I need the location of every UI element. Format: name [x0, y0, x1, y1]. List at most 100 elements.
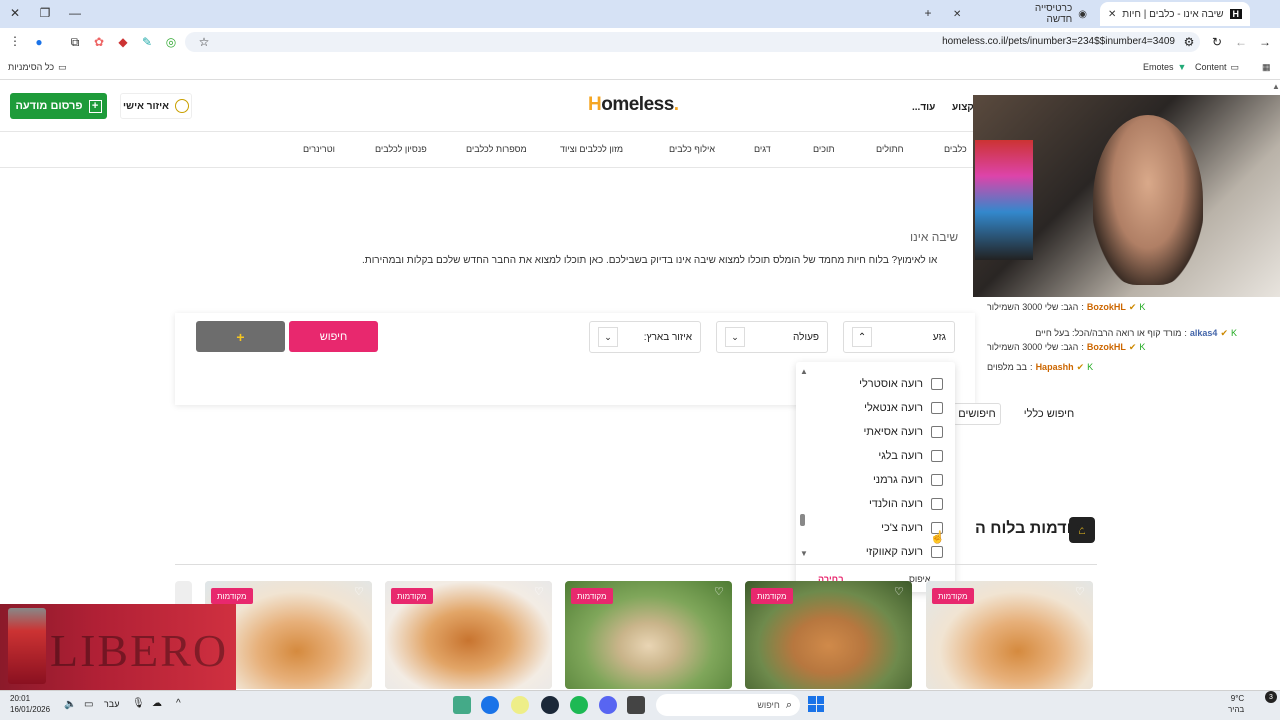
extensions-icon[interactable]: ⧉ [67, 34, 83, 50]
windows-start-icon[interactable] [808, 696, 824, 712]
cat-dog-food[interactable]: מזון לכלבים וציוד [560, 144, 623, 154]
listing-card[interactable]: מקודמות ♡ [745, 581, 912, 689]
chat-text: הגב: שלי 3000 השמילור [987, 342, 1079, 352]
steam-icon[interactable] [541, 696, 559, 714]
checkbox[interactable] [931, 546, 943, 558]
bookmark-emotes[interactable]: Emotes ▼ [1143, 56, 1186, 78]
language-indicator[interactable]: עבר [104, 699, 119, 709]
cloud-off-icon[interactable]: ☁ [152, 698, 162, 709]
cat-parrots[interactable]: תוכים [813, 144, 835, 154]
notification-badge[interactable]: 3 [1265, 691, 1277, 703]
minimize-window-icon[interactable]: — [64, 4, 86, 22]
listing-card[interactable]: מקודמות ♡ [565, 581, 732, 689]
breed-option[interactable]: רועה גרמני [800, 470, 943, 490]
cat-fish[interactable]: דגים [754, 144, 771, 154]
publish-ad-button[interactable]: + פרסום מודעה [10, 93, 107, 119]
featured-badge: מקודמות [391, 588, 433, 604]
breadcrumb[interactable]: שיבה אינו [910, 230, 958, 244]
reload-icon[interactable]: ↻ [1209, 34, 1225, 50]
chrome-taskbar-icon[interactable] [481, 696, 499, 714]
featured-badge: מקודמות [211, 588, 253, 604]
close-tab-icon[interactable]: ✕ [953, 9, 961, 20]
weather-widget[interactable]: 9°C בהיר [1228, 693, 1244, 715]
tab-searches[interactable]: חיפושים [953, 403, 1001, 425]
more-menu[interactable]: עוד... [912, 102, 935, 113]
checkbox[interactable] [931, 378, 943, 390]
checkbox[interactable] [931, 450, 943, 462]
section-divider [175, 564, 1097, 565]
new-tab-icon[interactable]: + [917, 4, 939, 22]
extension-icon[interactable]: ◆ [115, 34, 131, 50]
listing-card[interactable]: מקודמות ♡ [926, 581, 1093, 689]
all-bookmarks[interactable]: כל הסימניות ▭ [8, 56, 67, 78]
network-icon[interactable]: ▭ [84, 699, 93, 710]
cat-dog-grooming[interactable]: מספרות לכלבים [466, 144, 527, 154]
chat-user: Hapashh [1035, 362, 1074, 372]
listing-card[interactable]: מקודמות ♡ [385, 581, 552, 689]
chrome-profile-icon[interactable] [511, 696, 529, 714]
breed-option[interactable]: רועה צ'כי [800, 518, 943, 538]
cat-vets[interactable]: וטרינרים [303, 144, 335, 154]
webcam-overlay [973, 95, 1280, 297]
cat-dog-training[interactable]: אילוף כלבים [669, 144, 715, 154]
featured-title: מקודמות בלוח ה [975, 520, 1094, 537]
close-window-icon[interactable]: ✕ [4, 4, 26, 22]
extension-icon[interactable]: ✎ [139, 34, 155, 50]
app-icon[interactable] [627, 696, 645, 714]
personal-area-button[interactable]: איזור אישי [120, 93, 192, 119]
cat-dog-boarding[interactable]: פנסיון לכלבים [375, 144, 427, 154]
add-filter-button[interactable]: + [196, 321, 285, 352]
breed-option[interactable]: רועה אוסטרלי [800, 374, 943, 394]
profile-icon[interactable]: ● [31, 34, 47, 50]
bookmarks-grid-icon[interactable]: ▦ [1262, 56, 1271, 78]
heart-icon[interactable]: ♡ [894, 585, 908, 599]
checkbox[interactable] [931, 498, 943, 510]
tab-new[interactable]: ◉ כרטיסייה חדשה ✕ [945, 2, 1095, 26]
microphone-icon[interactable]: 🎙 [132, 698, 145, 709]
volume-icon[interactable]: 🔈 [64, 699, 76, 710]
url-text[interactable]: homeless.co.il/pets/inumber3=234$$inumbe… [900, 36, 1175, 47]
cursor-icon: ☝ [930, 530, 945, 544]
breed-option[interactable]: רועה בלגי [800, 446, 943, 466]
menu-dots-icon[interactable]: ⋮ [4, 32, 26, 50]
cat-dogs[interactable]: כלבים [944, 144, 967, 154]
tray-expand-icon[interactable]: ^ [176, 698, 181, 709]
breed-option[interactable]: רועה הולנדי [800, 494, 943, 514]
homeless-logo[interactable]: Homeless. [588, 94, 679, 116]
spotify-icon[interactable] [570, 696, 588, 714]
extension-icon[interactable]: ◎ [163, 34, 179, 50]
extension-icon[interactable]: ✿ [91, 34, 107, 50]
checkbox[interactable] [931, 474, 943, 486]
breed-option[interactable]: רועה אסיאתי [800, 422, 943, 442]
tab-shiba[interactable]: H שיבה אינו - כלבים | חיות מחמד ✕ [1100, 2, 1250, 26]
search-button[interactable]: חיפוש [289, 321, 378, 352]
breed-option-label: רועה צ'כי [881, 522, 923, 534]
restore-window-icon[interactable]: ❐ [34, 4, 56, 22]
breed-select[interactable]: גזע ⌃ [843, 321, 955, 353]
heart-icon[interactable]: ♡ [1075, 585, 1089, 599]
notepad-icon[interactable] [453, 696, 471, 714]
page-scroll-up-icon[interactable]: ▲ [1272, 82, 1280, 91]
breed-option-label: רועה הולנדי [868, 498, 923, 510]
cat-cats[interactable]: חתולים [876, 144, 904, 154]
back-icon[interactable]: → [1257, 34, 1273, 50]
breed-option[interactable]: רועה אנטאלי [800, 398, 943, 418]
breed-option[interactable]: רועה קאווקזי [800, 542, 943, 562]
bookmark-content[interactable]: Content ▭ [1195, 56, 1239, 78]
discord-icon[interactable] [599, 696, 617, 714]
forward-icon[interactable]: ← [1233, 34, 1249, 50]
close-tab-icon[interactable]: ✕ [1108, 9, 1116, 20]
checkbox[interactable] [931, 426, 943, 438]
clock[interactable]: 20:01 16/01/2026 [10, 693, 50, 715]
heart-icon[interactable]: ♡ [534, 585, 548, 599]
region-select[interactable]: איזור בארץ: ⌄ [589, 321, 701, 353]
checkbox[interactable] [931, 402, 943, 414]
taskbar-search[interactable]: חיפוש ⌕ [656, 694, 800, 716]
tab-general-search[interactable]: חיפוש כללי [1005, 400, 1093, 428]
heart-icon[interactable]: ♡ [354, 585, 368, 599]
site-settings-icon[interactable]: ⚙ [1181, 34, 1197, 50]
heart-icon[interactable]: ♡ [714, 585, 728, 599]
action-select[interactable]: פעולה ⌄ [716, 321, 828, 353]
bookmark-star-icon[interactable]: ☆ [196, 34, 212, 50]
action-select-label: פעולה [793, 331, 819, 343]
